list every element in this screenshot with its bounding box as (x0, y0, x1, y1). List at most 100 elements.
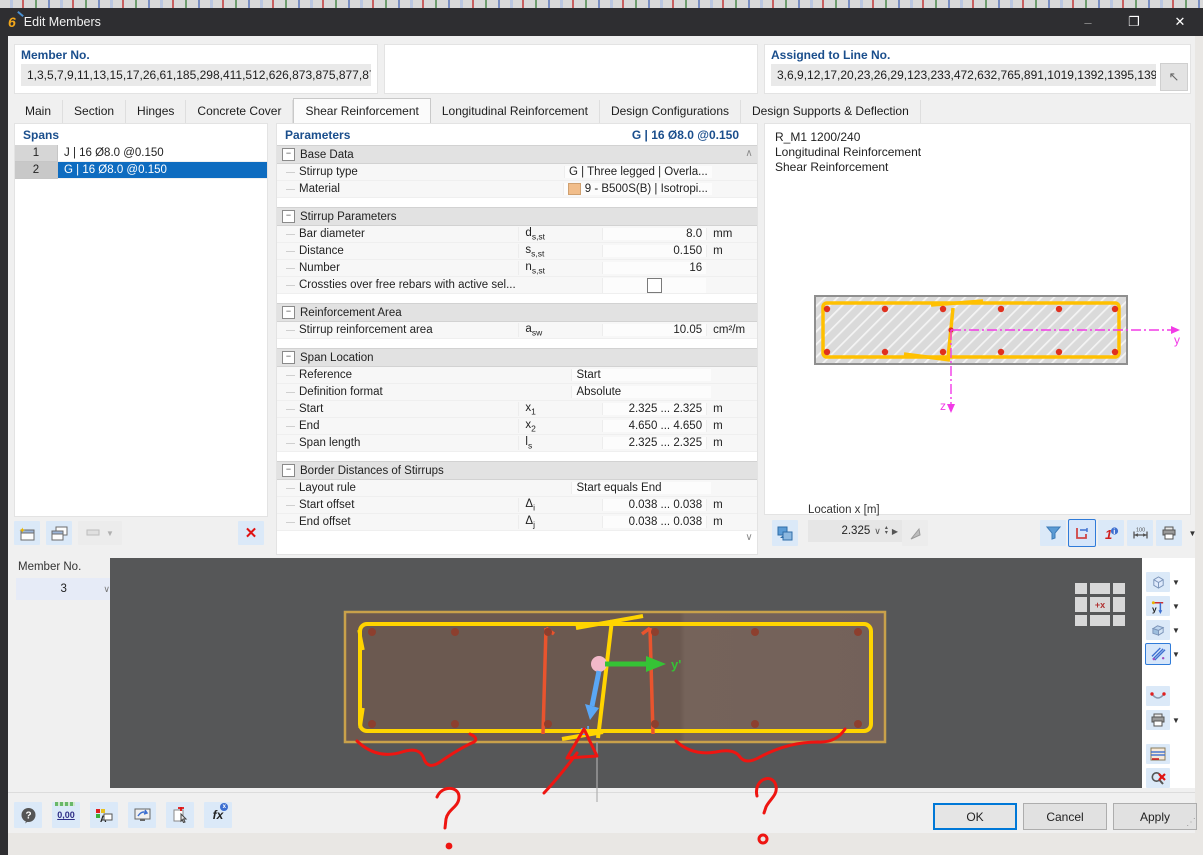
close-button[interactable]: ✕ (1157, 8, 1203, 36)
param-row-material[interactable]: Material9 - B500S(B) | Isotropi... (277, 181, 757, 198)
new-span-button[interactable]: ✦ (14, 521, 40, 545)
param-row-definition-format[interactable]: Definition formatAbsolute (277, 384, 757, 401)
display-settings-icon[interactable]: A (90, 802, 118, 828)
span-row[interactable]: 2G | 16 Ø8.0 @0.150 (15, 162, 267, 179)
tab-concrete-cover[interactable]: Concrete Cover (186, 100, 293, 123)
param-value[interactable] (602, 278, 706, 293)
param-row-stirrup-type[interactable]: Stirrup typeG | Three legged | Overla... (277, 164, 757, 181)
param-row-start-offset[interactable]: Start offsetΔi0.038 ... 0.038m (277, 497, 757, 514)
viewport-member-dropdown[interactable]: 3 ∨ (16, 578, 118, 600)
render-viewport[interactable]: y' z' (110, 558, 1142, 788)
display-properties-icon[interactable] (1146, 744, 1170, 764)
param-unit: mm (706, 228, 757, 240)
copy-span-button[interactable] (46, 521, 72, 545)
tab-design-configurations[interactable]: Design Configurations (600, 100, 741, 123)
param-value[interactable]: 10.05 (602, 324, 706, 336)
tab-longitudinal-reinforcement[interactable]: Longitudinal Reinforcement (431, 100, 600, 123)
solid-model-view-icon[interactable] (1146, 620, 1170, 640)
resize-grip[interactable]: ⋰ (1186, 817, 1197, 828)
param-row-span-length[interactable]: Span lengthls2.325 ... 2.325m (277, 435, 757, 452)
delete-span-button[interactable]: ✕ (238, 521, 264, 545)
tab-section[interactable]: Section (63, 100, 126, 123)
param-section-reinforcement-area: −Reinforcement Area (277, 303, 757, 322)
collapse-icon[interactable]: − (282, 148, 295, 161)
play-step-icon[interactable]: ▶ (892, 527, 898, 536)
cancel-zoom-icon[interactable] (1146, 768, 1170, 788)
param-section-title: Reinforcement Area (300, 307, 402, 319)
collapse-icon[interactable]: − (282, 351, 295, 364)
dialog-title: Edit Members (24, 15, 101, 29)
section-gap (277, 452, 757, 461)
deformation-display-icon[interactable] (1146, 686, 1170, 706)
param-value[interactable]: G | Three legged | Overla... (564, 166, 712, 178)
view-navigation-widget[interactable]: +x (1075, 583, 1122, 623)
view-direction-icon[interactable]: y (1146, 596, 1170, 616)
help-icon[interactable]: ? (14, 802, 42, 828)
screen-capture-icon[interactable] (128, 802, 156, 828)
param-symbol: ds,st (518, 227, 601, 241)
param-value[interactable]: 16 (602, 262, 706, 274)
print-graphic-icon[interactable] (1156, 520, 1182, 546)
tab-shear-reinforcement[interactable]: Shear Reinforcement (293, 98, 430, 123)
param-value[interactable]: Absolute (571, 386, 710, 398)
param-value[interactable]: 4.650 ... 4.650 (602, 420, 706, 432)
filter-icon[interactable] (1040, 520, 1066, 546)
apply-button[interactable]: Apply (1113, 803, 1197, 830)
collapse-icon[interactable]: − (282, 464, 295, 477)
param-row-bar-diameter[interactable]: Bar diameterds,st8.0mm (277, 226, 757, 243)
tab-design-supports-deflection[interactable]: Design Supports & Deflection (741, 100, 921, 123)
param-row-end[interactable]: Endx24.650 ... 4.650m (277, 418, 757, 435)
collapse-icon[interactable]: − (282, 210, 295, 223)
param-value[interactable]: 0.038 ... 0.038 (602, 516, 706, 528)
param-row-end-offset[interactable]: End offsetΔj0.038 ... 0.038m (277, 514, 757, 531)
cancel-button[interactable]: Cancel (1023, 803, 1107, 830)
param-value[interactable]: 2.325 ... 2.325 (602, 403, 706, 415)
param-row-crossties-over-free-rebars-with-active-sel[interactable]: Crossties over free rebars with active s… (277, 277, 757, 294)
ok-button[interactable]: OK (933, 803, 1017, 830)
sync-view-button[interactable] (772, 520, 798, 546)
units-settings-icon[interactable]: 0,00 (52, 802, 80, 828)
deselect-icon[interactable] (166, 802, 194, 828)
param-value[interactable]: Start equals End (571, 482, 710, 494)
member-no-label: Member No. (15, 45, 377, 64)
isometric-view-icon[interactable] (1146, 572, 1170, 592)
scroll-up-icon[interactable]: ∧ (742, 148, 756, 159)
maximize-button[interactable]: ❐ (1111, 8, 1157, 36)
show-stirrups-icon[interactable] (1069, 520, 1095, 546)
param-value[interactable]: 0.150 (602, 245, 706, 257)
collapse-icon[interactable]: − (282, 306, 295, 319)
param-value[interactable]: 2.325 ... 2.325 (602, 437, 706, 449)
chevron-down-icon[interactable]: ∨ (874, 526, 881, 537)
param-row-number[interactable]: Numberns,st16 (277, 260, 757, 277)
param-value[interactable]: 8.0 (602, 228, 706, 240)
print-dropdown-caret[interactable]: ▼ (1185, 520, 1198, 546)
param-value[interactable]: Start (571, 369, 710, 381)
tab-main[interactable]: Main (14, 100, 63, 123)
checkbox[interactable] (647, 278, 662, 293)
param-unit: m (706, 245, 757, 257)
param-row-layout-rule[interactable]: Layout ruleStart equals End (277, 480, 757, 497)
param-row-distance[interactable]: Distancess,st0.150m (277, 243, 757, 260)
span-number: 1 (15, 145, 58, 162)
param-label: Distance (277, 245, 518, 257)
scroll-down-icon[interactable]: ∨ (742, 532, 756, 543)
tab-hinges[interactable]: Hinges (126, 100, 186, 123)
param-row-reference[interactable]: ReferenceStart (277, 367, 757, 384)
location-x-spinner[interactable]: 2.325 ∨ ▴▾ ▶ (808, 520, 902, 542)
section-gap (277, 339, 757, 348)
spin-down-icon[interactable]: ▾ (885, 531, 888, 536)
assigned-line-field[interactable]: 3,6,9,12,17,20,23,26,29,123,233,472,632,… (771, 64, 1156, 86)
display-reinforcement-icon[interactable] (1146, 644, 1170, 664)
formula-icon[interactable]: fxx (204, 802, 232, 828)
pick-lines-button[interactable]: ↖ (1160, 63, 1188, 91)
param-value[interactable]: 0.038 ... 0.038 (602, 499, 706, 511)
member-no-field[interactable]: 1,3,5,7,9,11,13,15,17,26,61,185,298,411,… (21, 64, 371, 86)
span-row[interactable]: 1J | 16 Ø8.0 @0.150 (15, 145, 267, 162)
param-row-start[interactable]: Startx12.325 ... 2.325m (277, 401, 757, 418)
nav-center-cell: +x (1090, 597, 1110, 612)
print-view-icon[interactable] (1146, 710, 1170, 730)
param-value[interactable]: 9 - B500S(B) | Isotropi... (563, 183, 712, 195)
dimensions-icon[interactable]: 100 (1127, 520, 1153, 546)
param-row-stirrup-reinforcement-area[interactable]: Stirrup reinforcement areaasw10.05cm²/m (277, 322, 757, 339)
reinforcement-info-icon[interactable]: 1i (1098, 520, 1124, 546)
